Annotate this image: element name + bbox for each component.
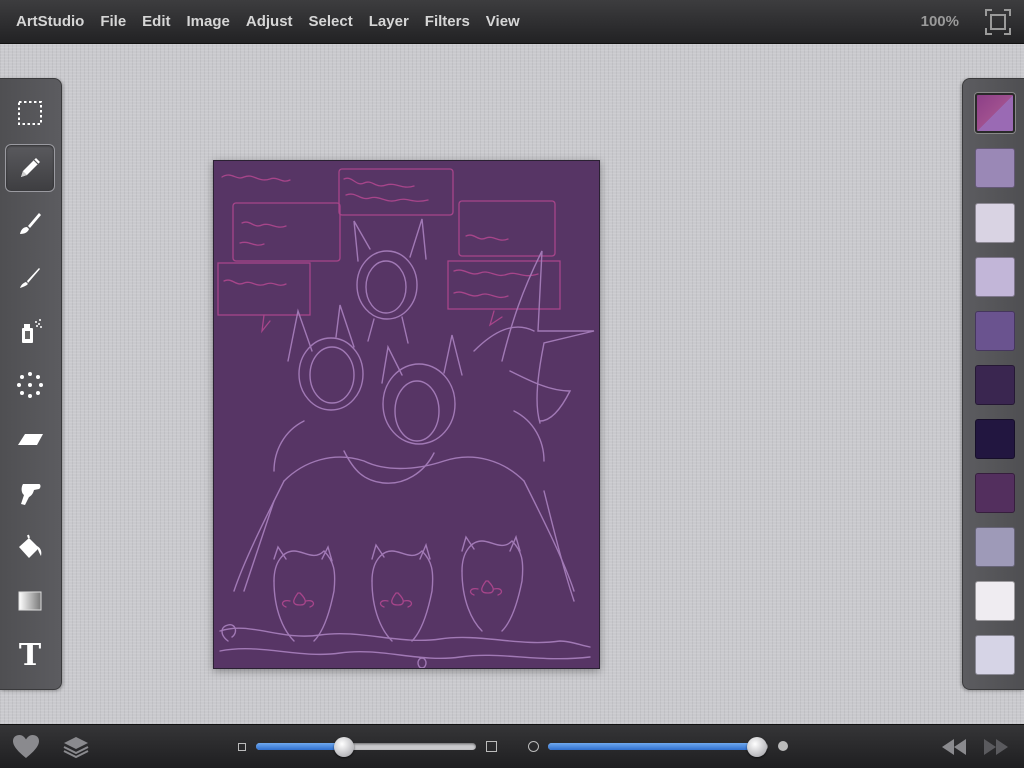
gradient-tool[interactable] xyxy=(5,577,55,625)
color-swatch[interactable] xyxy=(975,419,1015,459)
menu-bar: ArtStudio File Edit Image Adjust Select … xyxy=(0,0,1024,44)
selection-tool[interactable] xyxy=(5,89,55,137)
edit-menu[interactable]: Edit xyxy=(142,13,170,30)
color-swatch-panel xyxy=(962,78,1024,690)
image-menu[interactable]: Image xyxy=(187,13,230,30)
dots-circle-icon xyxy=(17,372,43,398)
brush-tool[interactable] xyxy=(5,199,55,247)
small-square-icon xyxy=(238,743,246,751)
drawing-canvas[interactable] xyxy=(213,160,600,669)
large-circle-icon xyxy=(778,741,788,751)
filters-menu[interactable]: Filters xyxy=(425,13,470,30)
color-swatch[interactable] xyxy=(975,365,1015,405)
color-swatch[interactable] xyxy=(975,257,1015,297)
color-swatch[interactable] xyxy=(975,473,1015,513)
heart-icon[interactable] xyxy=(12,734,40,760)
scatter-tool[interactable] xyxy=(5,361,55,409)
small-circle-icon xyxy=(528,741,539,752)
opacity-slider[interactable] xyxy=(548,743,768,750)
brush-size-thumb[interactable] xyxy=(334,737,354,757)
opacity-thumb[interactable] xyxy=(747,737,767,757)
smudge-tool[interactable] xyxy=(5,469,55,517)
bottom-toolbar xyxy=(0,724,1024,768)
redo-icon[interactable] xyxy=(982,737,1010,757)
fullscreen-icon xyxy=(985,9,1011,35)
color-swatch[interactable] xyxy=(975,581,1015,621)
app-menu[interactable]: ArtStudio xyxy=(16,13,84,30)
select-menu[interactable]: Select xyxy=(309,13,353,30)
color-swatch[interactable] xyxy=(975,635,1015,675)
dashed-rectangle-icon xyxy=(18,101,42,125)
color-swatch[interactable] xyxy=(975,203,1015,243)
spray-tool[interactable] xyxy=(5,307,55,355)
gradient-icon xyxy=(18,591,42,611)
file-menu[interactable]: File xyxy=(100,13,126,30)
eraser-icon xyxy=(18,434,43,445)
opacity-fill xyxy=(548,743,757,750)
fill-tool[interactable] xyxy=(5,523,55,571)
layer-menu[interactable]: Layer xyxy=(369,13,409,30)
undo-icon[interactable] xyxy=(940,737,968,757)
eraser-tool[interactable] xyxy=(5,415,55,463)
large-square-icon xyxy=(486,741,497,752)
view-menu[interactable]: View xyxy=(486,13,520,30)
smudge-brush-tool[interactable] xyxy=(5,253,55,301)
paint-bucket-icon xyxy=(19,534,42,558)
color-swatch-current[interactable] xyxy=(975,93,1015,133)
brush-size-fill xyxy=(256,743,344,750)
text-icon: T xyxy=(18,637,42,673)
zoom-level[interactable]: 100% xyxy=(921,13,959,30)
brush-size-slider[interactable] xyxy=(256,743,476,750)
paintbrush-icon xyxy=(20,213,41,234)
tool-panel: T xyxy=(0,78,62,690)
layers-icon[interactable] xyxy=(62,733,90,761)
sketch-artwork xyxy=(214,161,599,668)
fullscreen-button[interactable] xyxy=(984,8,1012,36)
color-swatch[interactable] xyxy=(975,148,1015,188)
pencil-tool[interactable] xyxy=(5,144,55,192)
finger-icon xyxy=(21,484,41,505)
pencil-icon xyxy=(21,158,40,177)
text-tool[interactable]: T xyxy=(5,631,55,679)
adjust-menu[interactable]: Adjust xyxy=(246,13,293,30)
spray-can-icon xyxy=(22,319,42,343)
thin-brush-icon xyxy=(20,268,40,288)
color-swatch[interactable] xyxy=(975,311,1015,351)
color-swatch[interactable] xyxy=(975,527,1015,567)
